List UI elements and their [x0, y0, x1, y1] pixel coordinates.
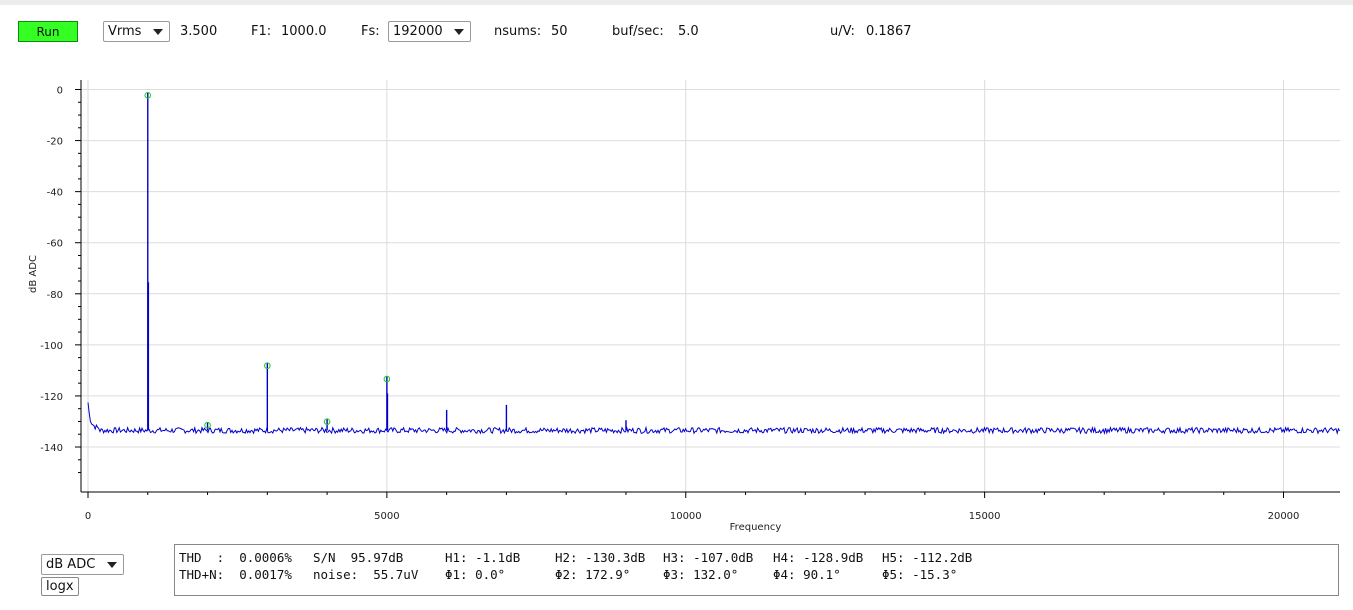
measurement-mode-value: Vrms — [108, 24, 142, 39]
stat-row2-6: Φ5: -15.3° — [882, 567, 958, 582]
chevron-down-icon — [153, 29, 163, 35]
spectrum-noise-trace — [87, 402, 1341, 435]
distortion-stats-panel: THD : 0.0006% S/N 95.97dB H1: -1.1dB H2: -1… — [174, 544, 1339, 596]
stat-row2-2: Φ1: 0.0° — [445, 567, 506, 582]
y-tick-label: -80 — [47, 290, 63, 301]
stat-row2-3: Φ2: 172.9° — [555, 567, 631, 582]
f1-label: F1: — [251, 24, 272, 39]
spectrum-chart[interactable]: 0 -20 -40 -60 -80 -100 -120 -140 0 5000 10000 15000… — [0, 70, 1353, 535]
run-button[interactable]: Run — [18, 21, 78, 42]
stat-row2-5: Φ4: 90.1° — [773, 567, 841, 582]
logx-button[interactable]: logx — [41, 577, 79, 596]
y-tick-label: -120 — [40, 392, 63, 403]
f1-value: 1000.0 — [281, 24, 327, 39]
units-select-value: dB ADC — [46, 557, 96, 572]
stat-row1-3: H2: -130.3dB — [555, 550, 646, 565]
sample-rate-value: 192000 — [393, 24, 443, 39]
units-select[interactable]: dB ADC — [41, 554, 124, 575]
stat-row2-1: noise: 55.7uV — [313, 567, 419, 582]
y-tick-label: -20 — [47, 137, 63, 148]
window-top-strip — [0, 0, 1353, 5]
y-tick-label: 0 — [57, 86, 63, 97]
y-axis-label: dB ADC — [28, 255, 39, 293]
mode-value-readout: 3.500 — [180, 24, 218, 39]
stat-row1-5: H4: -128.9dB — [773, 550, 864, 565]
x-tick-label: 15000 — [969, 511, 1001, 522]
x-tick-label: 20000 — [1268, 511, 1300, 522]
x-tick-label: 5000 — [374, 511, 399, 522]
measurement-mode-select[interactable]: Vrms — [103, 21, 170, 42]
stat-row1-0: THD : 0.0006% — [179, 550, 292, 565]
bufsec-value: 5.0 — [678, 24, 699, 39]
stat-row1-2: H1: -1.1dB — [445, 550, 521, 565]
chevron-down-icon — [454, 29, 464, 35]
toolbar: Run Vrms 3.500 F1: 1000.0 Fs: 192000 nsu… — [0, 20, 1353, 44]
x-axis-label: Frequency — [730, 522, 782, 533]
y-tick-label: -100 — [40, 341, 63, 352]
bufsec-label: buf/sec: — [612, 24, 664, 39]
stat-row1-6: H5: -112.2dB — [882, 550, 973, 565]
y-tick-label: -140 — [40, 443, 63, 454]
chevron-down-icon — [107, 562, 117, 568]
x-tick-label: 10000 — [670, 511, 702, 522]
stat-row1-1: S/N 95.97dB — [313, 550, 404, 565]
bottom-panel: dB ADC logx THD : 0.0006% S/N 95.97dB H1: … — [0, 540, 1353, 610]
y-tick-label: -60 — [47, 239, 63, 250]
sample-rate-select[interactable]: 192000 — [388, 21, 471, 42]
nsums-value: 50 — [551, 24, 568, 39]
fs-label: Fs: — [361, 24, 380, 39]
uv-value: 0.1867 — [866, 24, 912, 39]
x-tick-label: 0 — [85, 511, 91, 522]
stat-row2-0: THD+N: 0.0017% — [179, 567, 292, 582]
uv-label: u/V: — [830, 24, 855, 39]
nsums-label: nsums: — [494, 24, 542, 39]
stat-row2-4: Φ3: 132.0° — [663, 567, 739, 582]
stat-row1-4: H3: -107.0dB — [663, 550, 754, 565]
y-tick-label: -40 — [47, 188, 63, 199]
